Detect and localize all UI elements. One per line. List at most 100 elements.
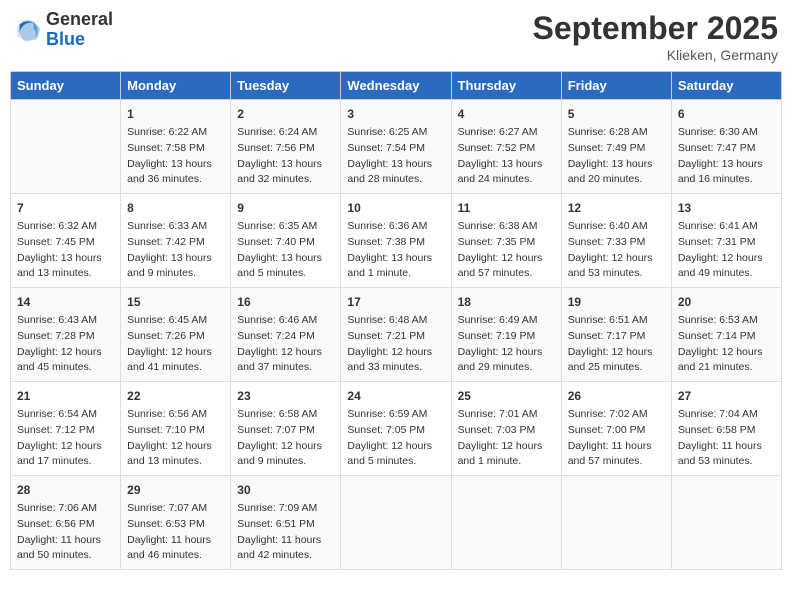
day-number: 21 [17,387,114,405]
day-number: 7 [17,199,114,217]
day-info: Sunrise: 6:54 AM [17,407,114,423]
logo-general: General [46,9,113,29]
calendar-cell [11,100,121,194]
weekday-header-friday: Friday [561,72,671,100]
calendar-cell: 13Sunrise: 6:41 AMSunset: 7:31 PMDayligh… [671,194,781,288]
day-info: Sunrise: 6:24 AM [237,125,334,141]
day-info: Sunset: 7:12 PM [17,423,114,439]
day-number: 25 [458,387,555,405]
month-title: September 2025 [533,10,778,47]
day-info: Sunset: 7:26 PM [127,329,224,345]
day-number: 22 [127,387,224,405]
day-info: Daylight: 13 hours and 20 minutes. [568,157,665,189]
day-info: Sunset: 7:21 PM [347,329,444,345]
logo-icon [14,16,42,44]
calendar-cell: 16Sunrise: 6:46 AMSunset: 7:24 PMDayligh… [231,288,341,382]
calendar-cell: 21Sunrise: 6:54 AMSunset: 7:12 PMDayligh… [11,382,121,476]
day-number: 26 [568,387,665,405]
day-number: 8 [127,199,224,217]
day-number: 11 [458,199,555,217]
logo-blue: Blue [46,29,85,49]
day-info: Sunrise: 6:56 AM [127,407,224,423]
day-info: Daylight: 12 hours and 21 minutes. [678,345,775,377]
logo-text: General Blue [46,10,113,49]
day-info: Daylight: 12 hours and 9 minutes. [237,439,334,471]
day-number: 17 [347,293,444,311]
week-row-5: 28Sunrise: 7:06 AMSunset: 6:56 PMDayligh… [11,476,782,570]
day-number: 24 [347,387,444,405]
day-info: Sunset: 7:40 PM [237,235,334,251]
day-info: Sunset: 7:17 PM [568,329,665,345]
weekday-header-wednesday: Wednesday [341,72,451,100]
weekday-header-monday: Monday [121,72,231,100]
day-info: Sunrise: 7:01 AM [458,407,555,423]
day-info: Sunrise: 6:28 AM [568,125,665,141]
logo: General Blue [14,10,113,49]
day-info: Sunrise: 6:58 AM [237,407,334,423]
day-info: Sunset: 7:35 PM [458,235,555,251]
calendar-cell: 15Sunrise: 6:45 AMSunset: 7:26 PMDayligh… [121,288,231,382]
day-info: Sunrise: 6:59 AM [347,407,444,423]
calendar-cell: 30Sunrise: 7:09 AMSunset: 6:51 PMDayligh… [231,476,341,570]
day-info: Sunrise: 6:51 AM [568,313,665,329]
day-info: Daylight: 12 hours and 33 minutes. [347,345,444,377]
day-info: Sunset: 7:19 PM [458,329,555,345]
day-info: Sunrise: 7:09 AM [237,501,334,517]
day-info: Sunrise: 6:30 AM [678,125,775,141]
day-info: Sunset: 7:42 PM [127,235,224,251]
day-info: Sunset: 7:45 PM [17,235,114,251]
weekday-row: SundayMondayTuesdayWednesdayThursdayFrid… [11,72,782,100]
day-info: Daylight: 13 hours and 32 minutes. [237,157,334,189]
day-info: Sunset: 7:52 PM [458,141,555,157]
day-info: Sunrise: 7:04 AM [678,407,775,423]
calendar-body: 1Sunrise: 6:22 AMSunset: 7:58 PMDaylight… [11,100,782,570]
day-number: 19 [568,293,665,311]
calendar-cell: 4Sunrise: 6:27 AMSunset: 7:52 PMDaylight… [451,100,561,194]
calendar-cell: 22 Sunrise: 6:56 AMSunset: 7:10 PMDayligh… [121,382,231,476]
calendar-cell [451,476,561,570]
day-info: Daylight: 12 hours and 13 minutes. [127,439,224,471]
day-info: Sunset: 7:38 PM [347,235,444,251]
day-info: Sunrise: 6:38 AM [458,219,555,235]
calendar-cell: 20Sunrise: 6:53 AMSunset: 7:14 PMDayligh… [671,288,781,382]
day-info: Daylight: 13 hours and 1 minute. [347,251,444,283]
day-number: 10 [347,199,444,217]
day-number: 27 [678,387,775,405]
day-info: Daylight: 13 hours and 24 minutes. [458,157,555,189]
day-info: Sunset: 7:05 PM [347,423,444,439]
day-info: Sunrise: 6:46 AM [237,313,334,329]
day-info: Sunset: 6:56 PM [17,517,114,533]
calendar-cell: 6Sunrise: 6:30 AMSunset: 7:47 PMDaylight… [671,100,781,194]
day-number: 6 [678,105,775,123]
day-number: 12 [568,199,665,217]
day-info: Daylight: 12 hours and 53 minutes. [568,251,665,283]
day-info: Daylight: 13 hours and 5 minutes. [237,251,334,283]
calendar-cell [561,476,671,570]
day-number: 3 [347,105,444,123]
day-info: Daylight: 13 hours and 9 minutes. [127,251,224,283]
day-info: Daylight: 12 hours and 45 minutes. [17,345,114,377]
day-number: 15 [127,293,224,311]
calendar-cell: 12Sunrise: 6:40 AMSunset: 7:33 PMDayligh… [561,194,671,288]
calendar-cell: 23Sunrise: 6:58 AMSunset: 7:07 PMDayligh… [231,382,341,476]
day-number: 28 [17,481,114,499]
day-info: Sunrise: 6:48 AM [347,313,444,329]
calendar-cell: 26Sunrise: 7:02 AMSunset: 7:00 PMDayligh… [561,382,671,476]
calendar-cell: 19Sunrise: 6:51 AMSunset: 7:17 PMDayligh… [561,288,671,382]
calendar-cell: 11Sunrise: 6:38 AMSunset: 7:35 PMDayligh… [451,194,561,288]
day-info: Sunset: 7:07 PM [237,423,334,439]
week-row-3: 14Sunrise: 6:43 AMSunset: 7:28 PMDayligh… [11,288,782,382]
day-number: 20 [678,293,775,311]
day-info: Sunset: 7:03 PM [458,423,555,439]
day-info: Daylight: 11 hours and 50 minutes. [17,533,114,565]
day-info: Sunrise: 6:35 AM [237,219,334,235]
day-number: 4 [458,105,555,123]
day-info: Sunrise: 6:22 AM [127,125,224,141]
day-info: Sunrise: 7:07 AM [127,501,224,517]
day-info: Sunset: 7:10 PM [127,423,224,439]
day-info: Sunrise: 6:53 AM [678,313,775,329]
day-info: Daylight: 12 hours and 5 minutes. [347,439,444,471]
calendar-cell: 14Sunrise: 6:43 AMSunset: 7:28 PMDayligh… [11,288,121,382]
day-info: Sunset: 7:47 PM [678,141,775,157]
day-info: Sunrise: 6:32 AM [17,219,114,235]
